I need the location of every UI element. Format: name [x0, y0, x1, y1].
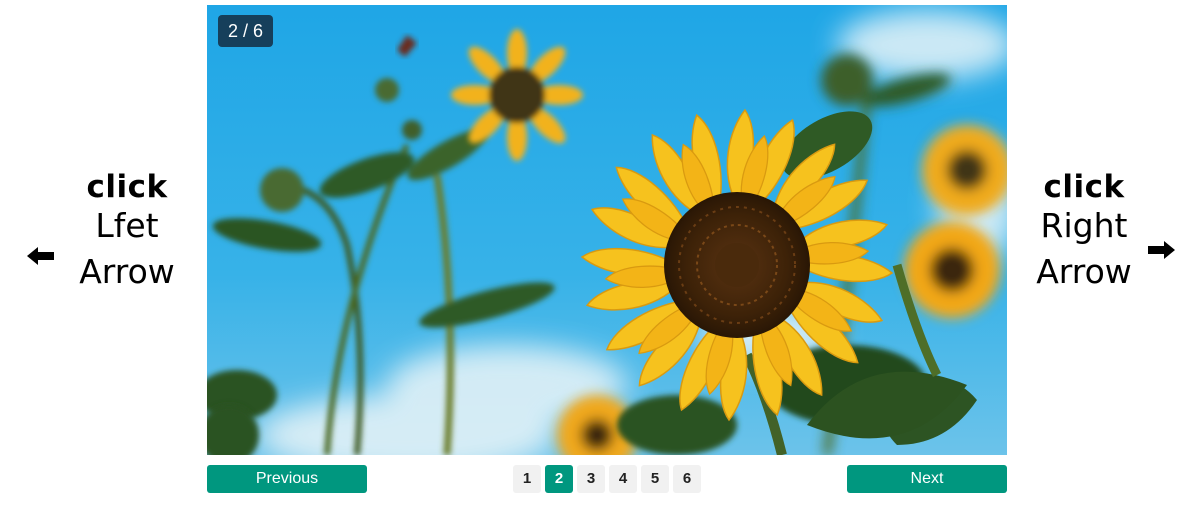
page-button-6[interactable]: 6	[673, 465, 701, 493]
right-arrow-icon	[1148, 241, 1175, 259]
left-arrow-hint: click Lfet Arrow	[70, 172, 184, 294]
pagination: 1 2 3 4 5 6	[513, 465, 701, 493]
previous-button[interactable]: Previous	[207, 465, 367, 493]
page-button-1[interactable]: 1	[513, 465, 541, 493]
right-hint-line2: Arrow	[1036, 251, 1132, 291]
left-arrow-icon	[27, 247, 54, 265]
page-button-2[interactable]: 2	[545, 465, 573, 493]
right-click-word: click	[1043, 169, 1125, 205]
next-button[interactable]: Next	[847, 465, 1007, 493]
slide-counter: 2 / 6	[218, 15, 274, 47]
page-button-5[interactable]: 5	[641, 465, 669, 493]
left-hint-line2: Arrow	[79, 251, 175, 291]
page-button-4[interactable]: 4	[609, 465, 637, 493]
left-click-word: click	[86, 169, 168, 205]
page-button-3[interactable]: 3	[577, 465, 605, 493]
left-hint-line1: Lfet	[95, 206, 159, 245]
right-arrow-hint: click Right Arrow	[1028, 172, 1140, 294]
slide-image[interactable]: 2 / 6	[207, 5, 1007, 455]
sunflower-photo	[207, 5, 1007, 455]
right-hint-line1: Right	[1040, 206, 1128, 245]
